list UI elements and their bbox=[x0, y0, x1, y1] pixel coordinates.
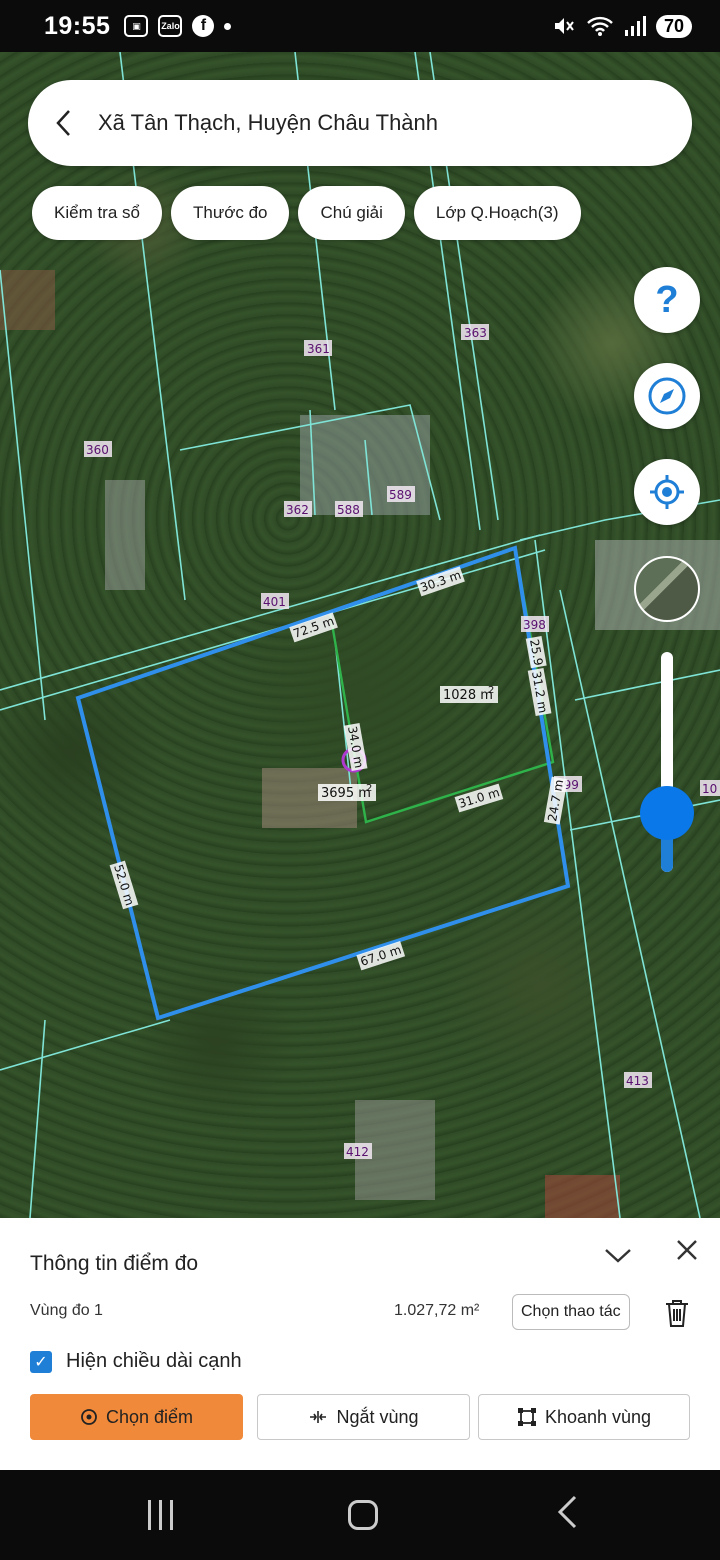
draw-zone-button[interactable]: Khoanh vùng bbox=[478, 1394, 690, 1440]
draw-zone-label: Khoanh vùng bbox=[544, 1406, 652, 1427]
split-zone-button[interactable]: Ngắt vùng bbox=[257, 1394, 470, 1440]
split-zone-label: Ngắt vùng bbox=[336, 1406, 419, 1427]
trash-icon[interactable] bbox=[664, 1298, 690, 1328]
wifi-icon bbox=[587, 16, 613, 36]
chevron-left-icon bbox=[56, 110, 70, 136]
status-system-icons: 70 bbox=[552, 14, 692, 38]
pick-point-button[interactable]: Chọn điểm bbox=[30, 1394, 243, 1440]
help-icon: ? bbox=[655, 278, 679, 321]
pick-point-label: Chọn điểm bbox=[105, 1406, 194, 1427]
target-icon bbox=[81, 1409, 97, 1425]
zalo-icon: Zalo bbox=[158, 15, 183, 37]
edge-length-label: 25.9 bbox=[527, 638, 545, 667]
chip-check-book[interactable]: Kiểm tra sổ bbox=[32, 186, 162, 240]
parcel-number: 588 bbox=[337, 503, 360, 517]
help-button[interactable]: ? bbox=[634, 267, 700, 333]
facebook-icon: f bbox=[192, 15, 215, 37]
compass-button[interactable] bbox=[634, 363, 700, 429]
measure-info-sheet: Thông tin điểm đo Vùng đo 1 1.027,72 m² … bbox=[0, 1218, 720, 1470]
parcel-number: 401 bbox=[263, 595, 286, 609]
screenshot-icon: ▣ bbox=[124, 15, 149, 37]
status-bar: 19:55 ▣ Zalo f 70 bbox=[0, 0, 720, 52]
edge-length-label: 31.0 m bbox=[457, 785, 501, 811]
locate-button[interactable] bbox=[634, 459, 700, 525]
collapse-button[interactable] bbox=[604, 1240, 632, 1271]
parcel-number: 398 bbox=[523, 618, 546, 632]
zoom-slider-handle[interactable] bbox=[640, 786, 694, 840]
status-app-icons: ▣ Zalo f bbox=[124, 15, 232, 37]
back-arrow-icon bbox=[557, 1495, 577, 1529]
area-label: 3695 m bbox=[321, 786, 371, 801]
parcel-number: 363 bbox=[464, 326, 487, 340]
compass-icon bbox=[648, 377, 686, 415]
parcel-number: 10 bbox=[702, 782, 717, 796]
parcel-number: 360 bbox=[86, 443, 109, 457]
system-nav-bar bbox=[0, 1470, 720, 1560]
building-roof bbox=[105, 480, 145, 590]
parcel-number: 412 bbox=[346, 1145, 369, 1159]
chevron-down-icon bbox=[605, 1249, 631, 1263]
layer-thumbnail[interactable] bbox=[634, 556, 700, 622]
zone-area: 1.027,72 m² bbox=[394, 1302, 480, 1319]
home-button[interactable] bbox=[348, 1500, 378, 1530]
chip-planning-layer[interactable]: Lớp Q.Hoạch(3) bbox=[413, 186, 581, 240]
building-roof bbox=[545, 1175, 620, 1218]
area-unit-superscript: 2 bbox=[366, 783, 372, 794]
mute-icon bbox=[554, 18, 574, 34]
parcel-number: 589 bbox=[389, 488, 412, 502]
location-search-bar[interactable]: Xã Tân Thạch, Huyện Châu Thành bbox=[28, 80, 692, 166]
locate-icon bbox=[650, 475, 684, 509]
notification-dot-icon bbox=[224, 22, 232, 30]
recent-apps-button[interactable] bbox=[148, 1500, 178, 1530]
split-icon bbox=[310, 1411, 327, 1423]
parcel-number: 361 bbox=[307, 342, 330, 356]
area-unit-superscript: 2 bbox=[488, 685, 494, 696]
system-back-button[interactable] bbox=[556, 1494, 578, 1539]
back-button[interactable] bbox=[28, 80, 98, 166]
tool-chips: Kiểm tra sổ Thước đo Chú giải Lớp Q.Hoạc… bbox=[32, 186, 581, 240]
zone-name: Vùng đo 1 bbox=[30, 1302, 103, 1319]
chip-ruler[interactable]: Thước đo bbox=[170, 186, 290, 240]
show-edge-length-checkbox[interactable]: ✓ bbox=[30, 1350, 52, 1373]
close-button[interactable] bbox=[676, 1236, 698, 1268]
show-edge-length-label: Hiện chiều dài cạnh bbox=[66, 1350, 242, 1372]
screen: 19:55 ▣ Zalo f 70 361 363 360 362 588 58… bbox=[0, 0, 720, 1560]
status-time: 19:55 bbox=[44, 11, 111, 40]
edge-length-label: 52.0 m bbox=[111, 863, 137, 907]
sheet-title: Thông tin điểm đo bbox=[30, 1252, 199, 1275]
parcel-number: 413 bbox=[626, 1074, 649, 1088]
battery-indicator: 70 bbox=[655, 14, 692, 38]
draw-area-icon bbox=[517, 1408, 536, 1426]
chip-legend[interactable]: Chú giải bbox=[298, 186, 405, 240]
signal-icon bbox=[624, 16, 646, 36]
building-roof bbox=[0, 270, 55, 330]
show-edge-length-row[interactable]: ✓ Hiện chiều dài cạnh bbox=[30, 1350, 242, 1373]
select-action-button[interactable]: Chọn thao tác bbox=[512, 1294, 630, 1330]
location-title: Xã Tân Thạch, Huyện Châu Thành bbox=[98, 110, 439, 135]
close-icon bbox=[677, 1240, 697, 1260]
area-label: 1028 m bbox=[443, 688, 493, 703]
parcel-number: 362 bbox=[286, 503, 309, 517]
